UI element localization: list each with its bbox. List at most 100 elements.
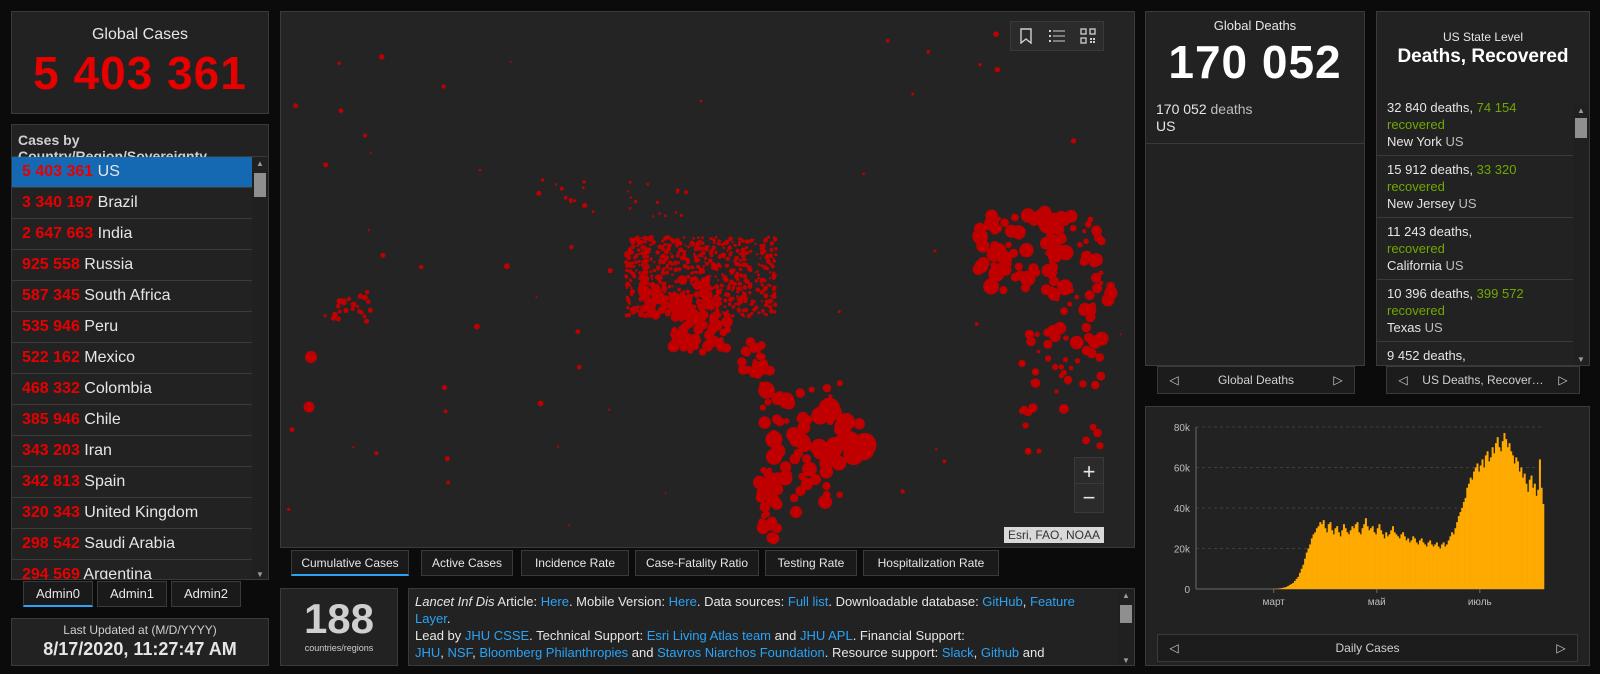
case-marker[interactable] (789, 453, 801, 465)
case-marker[interactable] (731, 296, 735, 300)
case-marker[interactable] (649, 257, 653, 261)
case-marker[interactable] (342, 298, 347, 303)
case-marker[interactable] (1000, 218, 1009, 227)
case-marker[interactable] (786, 427, 802, 443)
case-marker[interactable] (337, 61, 341, 65)
case-marker[interactable] (625, 275, 629, 279)
case-marker[interactable] (740, 251, 744, 255)
case-marker[interactable] (569, 244, 574, 250)
case-marker[interactable] (692, 266, 695, 269)
case-marker[interactable] (993, 31, 999, 37)
case-marker[interactable] (714, 235, 718, 239)
case-marker[interactable] (689, 293, 694, 299)
case-marker[interactable] (1084, 220, 1092, 228)
case-marker[interactable] (765, 492, 779, 505)
case-marker[interactable] (1028, 263, 1039, 274)
tab-admin1[interactable]: Admin1 (97, 581, 167, 607)
case-marker[interactable] (658, 212, 661, 215)
case-marker[interactable] (536, 190, 542, 196)
case-marker[interactable] (509, 60, 512, 63)
case-marker[interactable] (637, 252, 641, 255)
case-marker[interactable] (649, 270, 653, 274)
case-marker[interactable] (748, 314, 751, 317)
case-marker[interactable] (714, 284, 720, 290)
case-marker[interactable] (1096, 442, 1104, 450)
case-marker[interactable] (736, 274, 740, 277)
case-marker[interactable] (703, 256, 708, 260)
case-marker[interactable] (678, 247, 684, 253)
case-marker[interactable] (323, 314, 327, 318)
case-marker[interactable] (643, 240, 647, 244)
case-marker[interactable] (1032, 209, 1048, 225)
case-marker[interactable] (374, 451, 379, 456)
case-marker[interactable] (1082, 436, 1090, 445)
case-marker[interactable] (935, 448, 938, 451)
case-marker[interactable] (736, 307, 741, 312)
case-marker[interactable] (363, 133, 368, 138)
case-marker[interactable] (766, 516, 778, 527)
case-marker[interactable] (634, 254, 639, 259)
case-marker[interactable] (755, 492, 766, 503)
case-marker[interactable] (1082, 229, 1087, 234)
case-marker[interactable] (716, 242, 720, 246)
case-marker[interactable] (652, 240, 656, 245)
case-marker[interactable] (419, 264, 424, 270)
case-marker[interactable] (789, 493, 799, 503)
case-marker[interactable] (721, 273, 724, 277)
case-marker[interactable] (999, 286, 1008, 295)
tab-incidence-rate[interactable]: Incidence Rate (521, 550, 629, 576)
case-marker[interactable] (1045, 213, 1058, 225)
case-marker[interactable] (670, 254, 675, 259)
case-marker[interactable] (718, 337, 724, 343)
case-marker[interactable] (627, 313, 631, 317)
case-marker[interactable] (698, 348, 707, 356)
case-marker[interactable] (669, 252, 672, 255)
case-marker[interactable] (722, 246, 726, 250)
case-marker[interactable] (626, 298, 629, 302)
case-marker[interactable] (986, 246, 1002, 262)
case-marker[interactable] (764, 398, 772, 406)
case-marker[interactable] (637, 248, 641, 252)
case-marker[interactable] (668, 293, 678, 303)
case-marker[interactable] (728, 253, 732, 257)
case-marker[interactable] (637, 240, 642, 246)
case-marker[interactable] (736, 295, 739, 298)
case-marker[interactable] (1074, 358, 1081, 364)
case-marker[interactable] (730, 314, 735, 318)
case-marker[interactable] (1069, 224, 1077, 232)
tab-admin0[interactable]: Admin0 (23, 581, 93, 607)
case-marker[interactable] (537, 400, 544, 407)
case-marker[interactable] (1010, 272, 1020, 282)
case-marker[interactable] (1077, 242, 1083, 248)
case-marker[interactable] (740, 286, 743, 290)
case-marker[interactable] (762, 287, 767, 292)
case-marker[interactable] (628, 302, 631, 305)
case-marker[interactable] (933, 249, 937, 253)
case-marker[interactable] (655, 200, 660, 205)
case-marker[interactable] (1009, 248, 1019, 258)
case-marker[interactable] (607, 268, 613, 274)
case-marker[interactable] (1014, 262, 1023, 271)
case-marker[interactable] (733, 243, 737, 247)
case-marker[interactable] (731, 286, 736, 290)
case-marker[interactable] (768, 305, 772, 309)
case-marker[interactable] (661, 269, 665, 272)
case-marker[interactable] (802, 454, 812, 464)
case-marker[interactable] (772, 236, 776, 240)
case-marker[interactable] (742, 293, 748, 298)
case-marker[interactable] (1106, 281, 1115, 291)
case-marker[interactable] (638, 311, 644, 318)
case-marker[interactable] (653, 261, 656, 264)
legend-list-icon[interactable] (1047, 27, 1067, 45)
case-marker[interactable] (758, 416, 771, 429)
case-marker[interactable] (624, 269, 628, 272)
case-marker[interactable] (626, 306, 630, 310)
link-slack[interactable]: Slack (942, 645, 974, 660)
case-marker[interactable] (293, 103, 298, 109)
case-marker[interactable] (790, 506, 802, 518)
case-marker[interactable] (634, 260, 638, 264)
case-marker[interactable] (763, 239, 767, 243)
case-marker[interactable] (637, 259, 641, 263)
scroll-up-icon[interactable]: ▲ (1573, 106, 1589, 115)
case-marker[interactable] (357, 309, 362, 314)
